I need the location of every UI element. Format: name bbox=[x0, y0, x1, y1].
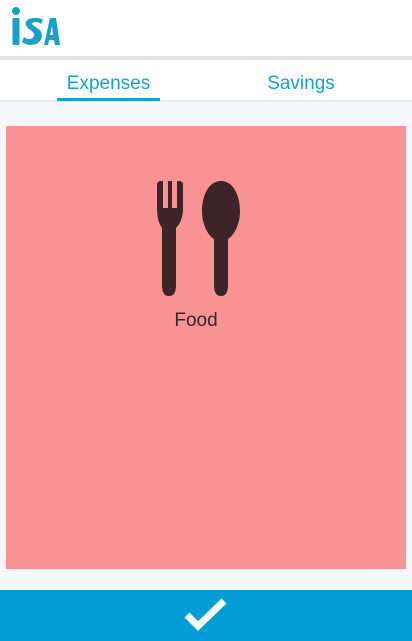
confirm-button[interactable] bbox=[0, 590, 412, 641]
tab-expenses[interactable]: Expenses bbox=[57, 71, 160, 97]
category-label: Food bbox=[174, 310, 218, 331]
category-tabs: Expenses Savings bbox=[0, 60, 412, 102]
category-card-food[interactable]: Food bbox=[6, 126, 406, 569]
tab-savings[interactable]: Savings bbox=[250, 71, 352, 97]
checkmark-icon bbox=[184, 598, 227, 631]
app-header bbox=[0, 0, 412, 56]
fork-spoon-icon bbox=[157, 181, 240, 296]
expense-category-screen: Expenses Savings Food bbox=[0, 0, 412, 641]
content-area: Food bbox=[0, 102, 412, 590]
selected-tab-indicator bbox=[57, 98, 160, 101]
isa-logo bbox=[12, 7, 60, 45]
